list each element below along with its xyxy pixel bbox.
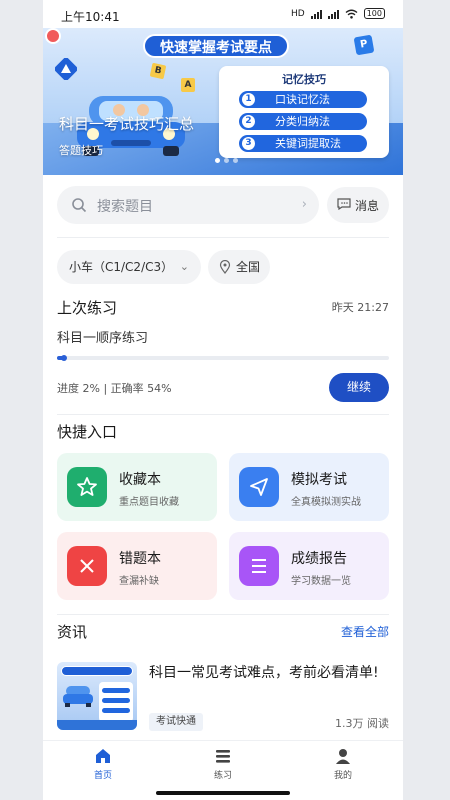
divider <box>57 614 389 615</box>
quick-item-subtitle: 查漏补缺 <box>119 576 159 587</box>
tip-number: 2 <box>242 115 255 128</box>
news-thumbnail[interactable] <box>57 662 137 730</box>
news-section-title: 资讯 <box>57 623 88 641</box>
person-icon <box>336 749 350 764</box>
tab-label: 我的 <box>333 771 352 781</box>
quick-item-title: 收藏本 <box>119 472 161 488</box>
quick-item-subtitle: 学习数据一览 <box>291 576 351 587</box>
location-pin-icon <box>219 260 231 274</box>
carousel-dot[interactable] <box>224 158 229 163</box>
vehicle-type-select[interactable]: 小车（C1/C2/C3） ⌄ <box>57 250 201 284</box>
banner-headline: 快速掌握考试要点 <box>143 34 289 58</box>
card-title: 记忆技巧 <box>282 73 326 86</box>
tip-item: 3 关键词提取法 <box>239 135 367 152</box>
favorites-card[interactable]: 收藏本 重点题目收藏 <box>57 453 217 521</box>
tab-profile[interactable]: 我的 <box>313 747 373 781</box>
status-bar: 上午10:41 HD 100 <box>43 0 403 30</box>
tip-label: 口诀记忆法 <box>275 93 330 106</box>
thumbnail-banner-strip <box>61 666 133 676</box>
star-icon <box>67 467 107 507</box>
region-value: 全国 <box>236 260 261 274</box>
region-select[interactable]: 全国 <box>208 250 270 284</box>
battery-icon: 100 <box>363 8 385 19</box>
search-placeholder: 搜索题目 <box>97 199 153 215</box>
tab-label: 首页 <box>93 771 112 781</box>
warning-sign-icon <box>54 57 78 83</box>
chevron-right-icon: › <box>301 197 307 212</box>
wifi-icon <box>345 9 358 19</box>
home-icon <box>96 749 110 763</box>
menu-icon <box>216 750 230 763</box>
messages-button[interactable]: 消息 <box>327 187 389 223</box>
thumbnail-car-illustration <box>63 686 93 707</box>
mock-exam-card[interactable]: 模拟考试 全真模拟测实战 <box>229 453 389 521</box>
messages-label: 消息 <box>355 199 380 213</box>
quick-item-title: 成绩报告 <box>291 551 347 567</box>
send-icon <box>239 467 279 507</box>
tip-item: 2 分类归纳法 <box>239 113 367 130</box>
tab-label: 练习 <box>213 771 232 781</box>
status-time: 上午10:41 <box>61 10 120 24</box>
tip-label: 关键词提取法 <box>275 137 341 150</box>
tip-number: 3 <box>242 137 255 150</box>
score-report-card[interactable]: 成绩报告 学习数据一览 <box>229 532 389 600</box>
news-tag: 考试快通 <box>149 713 203 731</box>
search-icon <box>72 198 87 213</box>
parking-sign-icon: P <box>353 34 375 56</box>
search-bar[interactable]: 搜索题目 › <box>57 186 319 224</box>
letter-b-sign-icon: B <box>149 62 167 80</box>
practice-progress-bar <box>57 355 389 361</box>
banner-subtitle: 答题技巧 <box>59 144 103 157</box>
practice-stats: 进度 2% | 正确率 54% <box>57 382 172 395</box>
quick-item-subtitle: 重点题目收藏 <box>119 497 179 508</box>
news-item-title[interactable]: 科目一常见考试难点，考前必看清单! <box>149 662 385 684</box>
quick-item-title: 模拟考试 <box>291 472 347 488</box>
signal-icon-2 <box>327 9 339 19</box>
banner-title: 科目一考试技巧汇总 <box>59 115 195 133</box>
home-indicator <box>156 791 290 795</box>
divider <box>57 237 389 238</box>
list-icon <box>239 546 279 586</box>
quick-entry-title: 快捷入口 <box>57 423 118 441</box>
tip-item: 1 口诀记忆法 <box>239 91 367 108</box>
carousel-dot[interactable] <box>233 158 238 163</box>
tab-practice[interactable]: 练习 <box>193 747 253 781</box>
last-practice-title: 上次练习 <box>57 299 118 317</box>
carousel-dot[interactable] <box>215 158 220 163</box>
thumbnail-card <box>99 682 133 722</box>
last-practice-subject: 科目一顺序练习 <box>57 331 149 346</box>
quick-item-title: 错题本 <box>119 551 161 567</box>
tip-label: 分类归纳法 <box>275 115 330 128</box>
news-views: 1.3万 阅读 <box>335 717 389 730</box>
quick-item-subtitle: 全真模拟测实战 <box>291 497 361 508</box>
last-practice-time: 昨天 21:27 <box>331 301 389 314</box>
tip-number: 1 <box>242 93 255 106</box>
tab-home[interactable]: 首页 <box>73 747 133 781</box>
view-all-link[interactable]: 查看全部 <box>341 623 389 640</box>
progress-knob <box>61 355 67 361</box>
promo-banner[interactable]: P A B 快速掌握考试要点 记忆技巧 1 口诀记忆法 2 分类归纳法 3 关键… <box>43 28 403 175</box>
continue-button[interactable]: 继续 <box>329 373 389 402</box>
chevron-down-icon: ⌄ <box>179 260 189 273</box>
divider <box>57 414 389 415</box>
close-icon <box>67 546 107 586</box>
memory-tips-card: 记忆技巧 1 口诀记忆法 2 分类归纳法 3 关键词提取法 <box>219 66 389 158</box>
thumbnail-road <box>57 720 137 730</box>
status-icons: HD 100 <box>291 8 385 19</box>
message-icon <box>337 198 351 210</box>
phone-screen: 上午10:41 HD 100 P A B 快速掌握考试要点 记忆技巧 1 口诀记… <box>43 0 403 800</box>
wrong-questions-card[interactable]: 错题本 查漏补缺 <box>57 532 217 600</box>
signal-icon <box>310 9 322 19</box>
carousel-indicator <box>215 158 238 163</box>
no-entry-sign-icon <box>45 28 61 44</box>
network-label: HD <box>291 8 305 19</box>
vehicle-type-value: 小车（C1/C2/C3） <box>69 260 174 274</box>
